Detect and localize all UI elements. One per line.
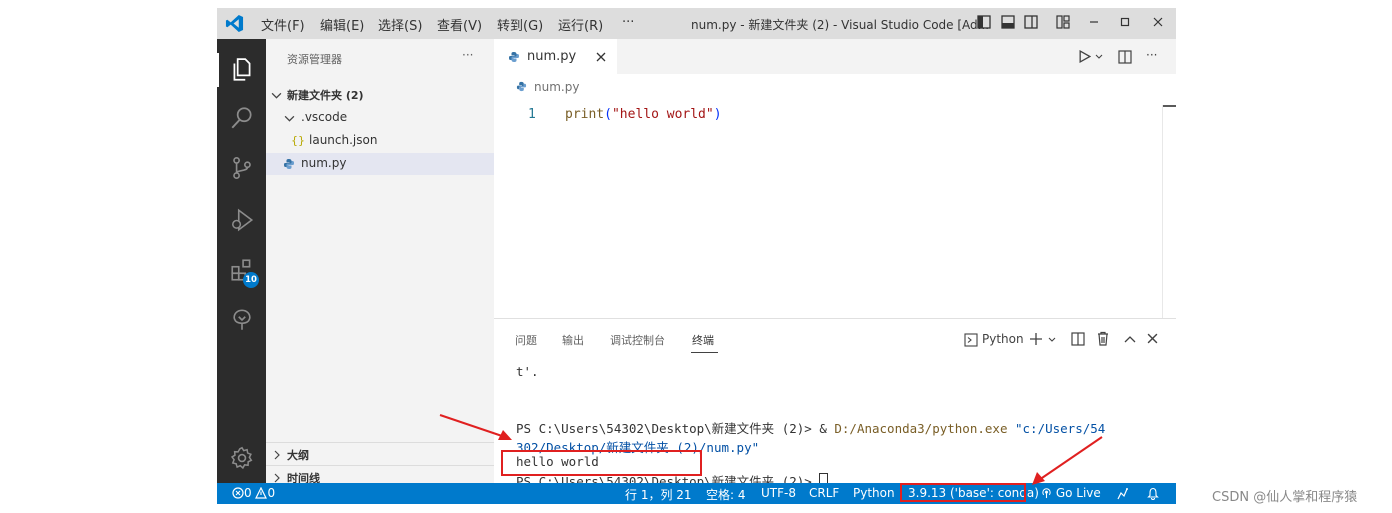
annotation-arrows (439, 414, 1103, 485)
watermark-text: CSDN @仙人掌和程序猿 (1212, 490, 1358, 505)
arrow-to-output (439, 414, 506, 438)
arrow-head (1032, 472, 1045, 485)
arrow-to-interpreter (1038, 436, 1103, 481)
